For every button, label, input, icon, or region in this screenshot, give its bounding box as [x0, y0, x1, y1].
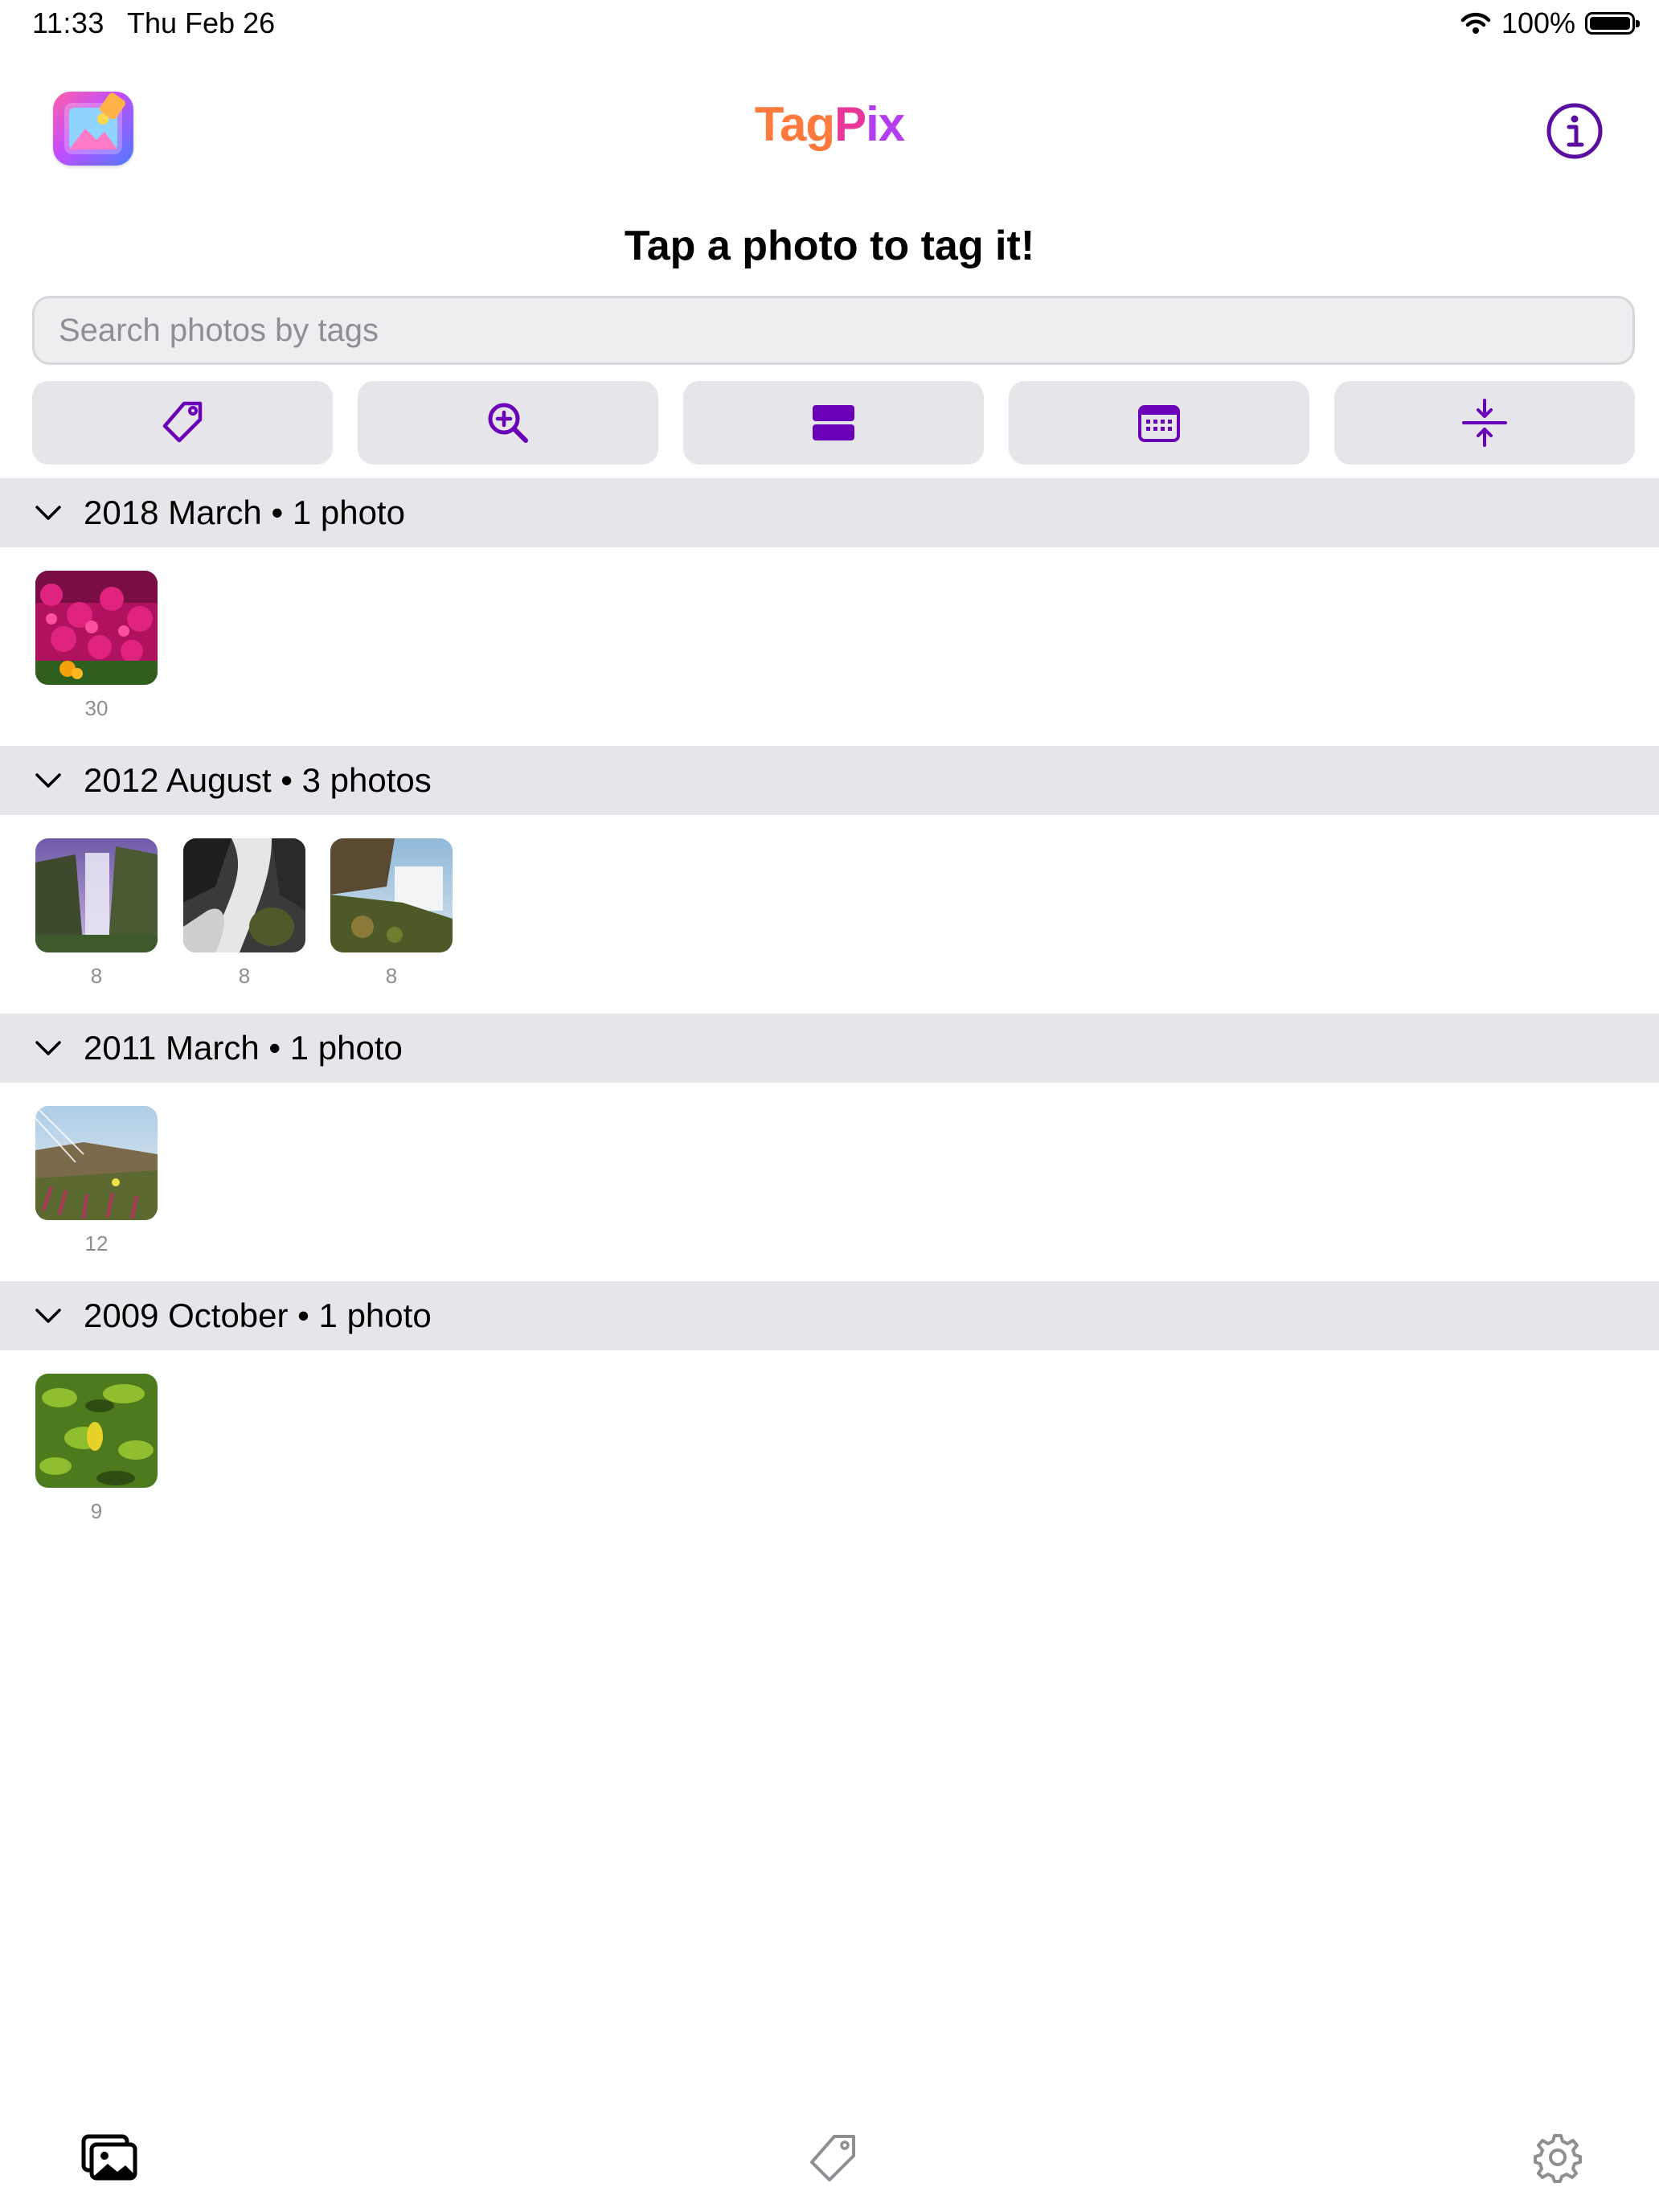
collapse-icon [1462, 399, 1507, 447]
section-header[interactable]: 2011 March • 1 photo [0, 1014, 1659, 1083]
calendar-icon [1138, 405, 1180, 442]
wifi-icon [1460, 12, 1491, 34]
info-icon [1546, 103, 1603, 159]
section-title: 2018 March • 1 photo [84, 494, 405, 531]
photo-tag-count: 8 [90, 964, 103, 988]
section-title: 2011 March • 1 photo [84, 1029, 403, 1067]
search-input[interactable]: Search photos by tags [32, 296, 1635, 365]
zoom-button[interactable] [358, 381, 658, 465]
info-button[interactable] [1545, 101, 1604, 161]
tab-tags[interactable] [804, 2132, 862, 2183]
tab-photos[interactable] [80, 2132, 138, 2183]
battery-icon [1585, 12, 1640, 35]
photo-thumbnail[interactable] [35, 571, 158, 685]
status-time: 11:33 [32, 6, 104, 39]
section-title: 2012 August • 3 photos [84, 761, 432, 799]
layout-button[interactable] [683, 381, 984, 465]
chevron-down-icon [35, 506, 61, 520]
app-title: TagPix [754, 97, 905, 151]
photos-icon [81, 2134, 137, 2181]
page-headline: Tap a photo to tag it! [624, 223, 1035, 269]
section-title: 2009 October • 1 photo [84, 1296, 432, 1334]
photo-tag-count: 8 [238, 964, 251, 988]
tag-filter-button[interactable] [32, 381, 333, 465]
photo-tag-count: 12 [84, 1231, 109, 1256]
list-layout-icon [813, 405, 854, 440]
photo-thumbnail[interactable] [35, 1374, 158, 1488]
status-indicators: 100% [1460, 5, 1640, 42]
photo-tag-count: 30 [84, 696, 109, 720]
tab-settings[interactable] [1529, 2132, 1587, 2183]
section-header[interactable]: 2012 August • 3 photos [0, 746, 1659, 815]
status-date: Thu Feb 26 [127, 6, 276, 39]
tag-icon [810, 2135, 855, 2181]
battery-percent: 100% [1501, 6, 1575, 39]
chevron-down-icon [35, 1041, 61, 1055]
photo-thumbnail[interactable] [35, 838, 158, 952]
section-header[interactable]: 2018 March • 1 photo [0, 478, 1659, 547]
date-filter-button[interactable] [1009, 381, 1309, 465]
photo-thumbnail[interactable] [183, 838, 305, 952]
photo-tag-count: 9 [90, 1499, 103, 1523]
zoom-in-icon [488, 403, 528, 443]
gear-icon [1534, 2134, 1582, 2183]
chevron-down-icon [35, 773, 61, 788]
chevron-down-icon [35, 1309, 61, 1323]
collapse-all-button[interactable] [1334, 381, 1635, 465]
photo-thumbnail[interactable] [330, 838, 453, 952]
tag-icon [162, 401, 203, 443]
photo-thumbnail[interactable] [35, 1106, 158, 1220]
photo-tag-count: 8 [385, 964, 398, 988]
section-header[interactable]: 2009 October • 1 photo [0, 1281, 1659, 1350]
